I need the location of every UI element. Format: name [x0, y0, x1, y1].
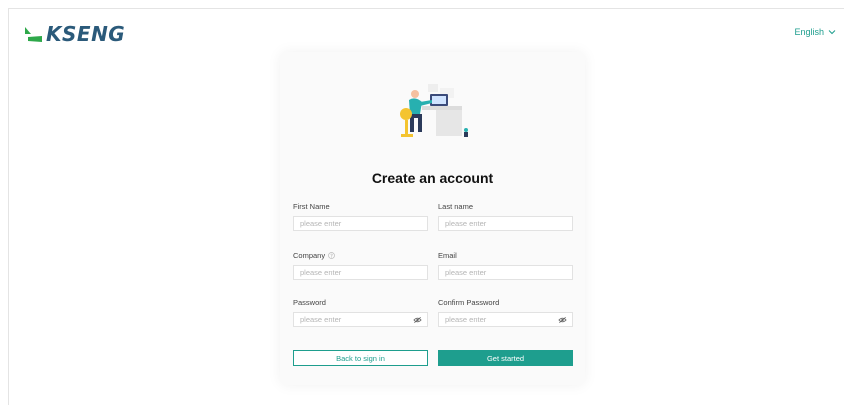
logo[interactable]: KSENG	[22, 22, 126, 46]
confirm-password-input[interactable]: please enter	[438, 312, 573, 327]
confirm-password-field: Confirm Password please enter	[438, 297, 573, 327]
first-name-input[interactable]: please enter	[293, 216, 428, 231]
last-name-input[interactable]: please enter	[438, 216, 573, 231]
company-label-row: Company	[293, 250, 428, 261]
confirm-password-label: Confirm Password	[438, 298, 500, 307]
eye-off-icon[interactable]	[413, 316, 422, 324]
language-selector[interactable]: English	[794, 27, 836, 37]
password-input[interactable]: please enter	[293, 312, 428, 327]
first-name-label: First Name	[293, 202, 330, 211]
back-to-sign-in-button[interactable]: Back to sign in	[293, 350, 428, 366]
first-name-field: First Name please enter	[293, 201, 428, 231]
email-label: Email	[438, 251, 457, 260]
eye-off-icon[interactable]	[558, 316, 567, 324]
help-icon[interactable]	[328, 252, 335, 259]
password-placeholder: please enter	[300, 315, 342, 324]
email-input[interactable]: please enter	[438, 265, 573, 280]
company-label: Company	[293, 251, 326, 260]
signup-card: Create an account First Name please ente…	[280, 52, 585, 385]
page-title: Create an account	[371, 170, 494, 186]
chevron-down-icon	[828, 30, 836, 35]
email-field: Email please enter	[438, 250, 573, 280]
company-input[interactable]: please enter	[293, 265, 428, 280]
get-started-button[interactable]: Get started	[438, 350, 573, 366]
confirm-password-placeholder: please enter	[445, 315, 487, 324]
password-label: Password	[293, 298, 326, 307]
last-name-field: Last name please enter	[438, 201, 573, 231]
logo-mark-icon	[25, 27, 42, 42]
password-field: Password please enter	[293, 297, 428, 327]
logo-text: KSENG	[46, 22, 126, 46]
language-label: English	[794, 27, 824, 37]
workspace-illustration	[400, 84, 468, 137]
company-field: Company please enter	[293, 250, 428, 280]
last-name-label: Last name	[438, 202, 474, 211]
